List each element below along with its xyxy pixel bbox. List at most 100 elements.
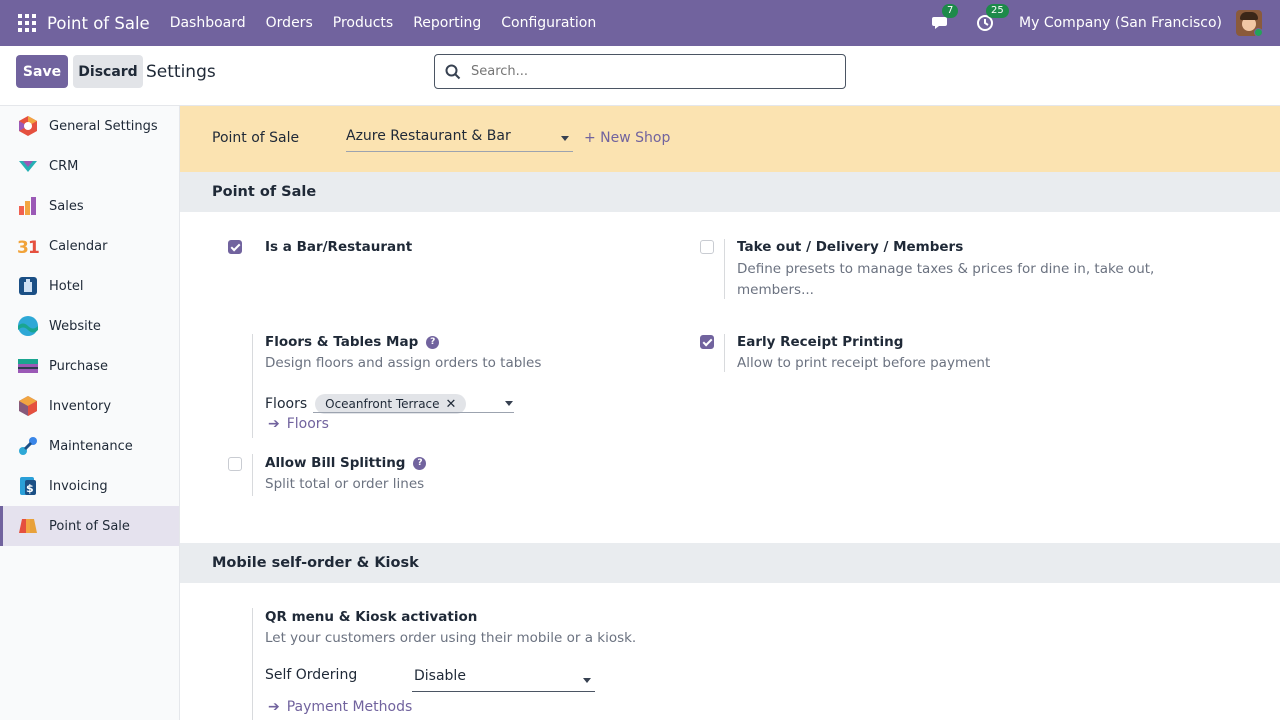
setting-description: members... [737, 282, 814, 298]
chevron-down-icon [561, 136, 569, 141]
menu-dashboard[interactable]: Dashboard [160, 15, 256, 31]
sidebar-item-calendar[interactable]: 31 Calendar [0, 226, 179, 266]
invoicing-icon: $ [20, 477, 36, 495]
search-icon [445, 64, 461, 79]
setting-description: Design floors and assign orders to table… [265, 355, 542, 371]
svg-text:$: $ [26, 482, 34, 495]
bill-splitting-checkbox[interactable] [228, 457, 242, 471]
maintenance-icon [19, 437, 37, 455]
sidebar-item-label: Website [49, 318, 101, 334]
online-status-icon [1254, 28, 1262, 36]
sidebar-item-inventory[interactable]: Inventory [0, 386, 179, 426]
arrow-right-icon: ➔ [268, 416, 280, 432]
sidebar-item-maintenance[interactable]: Maintenance [0, 426, 179, 466]
activities-badge: 25 [986, 4, 1009, 18]
setting-title: QR menu & Kiosk activation [265, 609, 478, 625]
sidebar-item-label: Maintenance [49, 438, 133, 454]
self-ordering-value: Disable [414, 668, 466, 684]
setting-description: Split total or order lines [265, 476, 425, 492]
sidebar-item-label: Inventory [49, 398, 112, 414]
search-box[interactable] [434, 54, 846, 89]
payment-methods-link[interactable]: ➔ Payment Methods [268, 699, 412, 715]
user-avatar[interactable] [1236, 10, 1262, 36]
help-icon[interactable]: ? [426, 335, 440, 349]
messages-badge: 7 [942, 4, 959, 18]
control-panel: Save Discard Settings [0, 46, 1280, 106]
menu-orders[interactable]: Orders [256, 15, 323, 31]
setting-title: Allow Bill Splitting [265, 455, 406, 471]
general-settings-icon [19, 116, 37, 136]
setting-description: Define presets to manage taxes & prices … [737, 261, 1155, 277]
floors-field-label: Floors [265, 396, 308, 412]
sidebar-item-label: Point of Sale [49, 518, 130, 534]
floor-tag-label: Oceanfront Terrace [325, 397, 440, 411]
help-icon[interactable]: ? [413, 456, 427, 470]
divider [724, 334, 725, 372]
floors-link[interactable]: ➔ Floors [268, 416, 329, 432]
setting-title: Is a Bar/Restaurant [265, 239, 413, 255]
sidebar-item-label: Calendar [49, 238, 108, 254]
payment-methods-link-label: Payment Methods [286, 699, 413, 715]
search-input[interactable] [471, 64, 831, 79]
shop-select-value: Azure Restaurant & Bar [346, 128, 511, 144]
page-title: Settings [146, 62, 216, 82]
shop-select[interactable]: Azure Restaurant & Bar [346, 128, 573, 152]
setting-description: Allow to print receipt before payment [737, 355, 991, 371]
remove-tag-icon[interactable]: ✕ [446, 397, 457, 412]
sidebar-item-sales[interactable]: Sales [0, 186, 179, 226]
sales-icon [19, 197, 36, 215]
menu-configuration[interactable]: Configuration [491, 15, 606, 31]
floor-tag: Oceanfront Terrace ✕ [315, 394, 467, 414]
point-of-sale-icon [19, 519, 37, 533]
setting-description: Let your customers order using their mob… [265, 630, 637, 646]
purchase-icon [18, 359, 38, 373]
divider [724, 239, 725, 299]
hotel-icon [19, 277, 37, 295]
discard-button[interactable]: Discard [73, 55, 143, 88]
app-name[interactable]: Point of Sale [47, 14, 150, 33]
save-button[interactable]: Save [16, 55, 68, 88]
setting-title: Early Receipt Printing [737, 334, 904, 350]
bar-restaurant-checkbox[interactable] [228, 240, 242, 254]
sidebar-item-crm[interactable]: CRM [0, 146, 179, 186]
settings-content: Point of Sale Azure Restaurant & Bar + N… [180, 106, 1280, 720]
divider [252, 334, 253, 438]
floors-link-label: Floors [286, 416, 329, 432]
chevron-down-icon [583, 678, 591, 683]
takeout-checkbox[interactable] [700, 240, 714, 254]
setting-title: Floors & Tables Map [265, 334, 419, 350]
sidebar-item-label: CRM [49, 158, 79, 174]
menu-reporting[interactable]: Reporting [403, 15, 491, 31]
shop-selector-bar: Point of Sale Azure Restaurant & Bar + N… [180, 106, 1280, 172]
sidebar-item-label: Purchase [49, 358, 109, 374]
sidebar-item-website[interactable]: Website [0, 306, 179, 346]
early-receipt-checkbox[interactable] [700, 335, 714, 349]
setting-title: Take out / Delivery / Members [737, 239, 964, 255]
app-grid-icon[interactable] [18, 14, 36, 32]
floors-field-underline [313, 412, 514, 413]
settings-sidebar: General Settings CRM Sales 31 Calendar H… [0, 106, 180, 720]
sidebar-item-point-of-sale[interactable]: Point of Sale [0, 506, 179, 546]
messages-icon[interactable]: 7 [931, 4, 959, 33]
sidebar-item-label: Invoicing [49, 478, 108, 494]
sidebar-item-invoicing[interactable]: $ Invoicing [0, 466, 179, 506]
self-ordering-label: Self Ordering [265, 667, 358, 683]
section-heading-kiosk: Mobile self-order & Kiosk [180, 543, 1280, 583]
sidebar-item-label: Hotel [49, 278, 84, 294]
activities-icon[interactable]: 25 [975, 4, 1009, 33]
section-heading-pos: Point of Sale [180, 172, 1280, 212]
svg-text:1: 1 [28, 238, 39, 257]
menu-products[interactable]: Products [323, 15, 403, 31]
new-shop-button[interactable]: + New Shop [584, 130, 670, 146]
divider [252, 454, 253, 496]
shop-label: Point of Sale [212, 130, 300, 146]
website-icon [18, 316, 38, 336]
sidebar-item-general-settings[interactable]: General Settings [0, 106, 179, 146]
company-switcher[interactable]: My Company (San Francisco) [1019, 15, 1222, 31]
sidebar-item-purchase[interactable]: Purchase [0, 346, 179, 386]
sidebar-item-hotel[interactable]: Hotel [0, 266, 179, 306]
chevron-down-icon[interactable] [505, 401, 513, 406]
sidebar-item-label: General Settings [49, 118, 158, 134]
self-ordering-select[interactable]: Disable [412, 668, 595, 692]
crm-icon [19, 161, 37, 172]
